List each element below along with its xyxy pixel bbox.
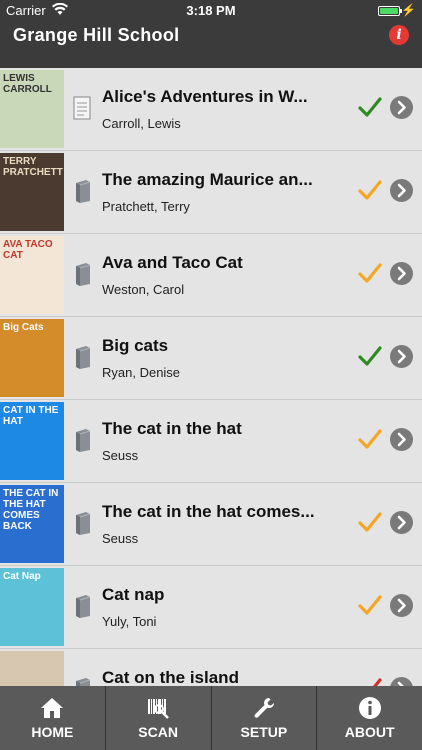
- status-check-icon: [358, 429, 382, 449]
- book-icon: [76, 429, 91, 452]
- book-author: Carroll, Lewis: [102, 116, 181, 131]
- chevron-right-icon[interactable]: [390, 594, 413, 617]
- info-icon[interactable]: i: [389, 25, 409, 45]
- cover-text: AVA TACO CAT: [3, 239, 53, 261]
- book-row[interactable]: CAT IN THE HAT The cat in the hat Seuss: [0, 400, 422, 483]
- book-title: Big cats: [102, 336, 169, 355]
- book-author: Ryan, Denise: [102, 365, 181, 380]
- book-cover: THE CAT IN THE HAT COMES BACK: [0, 485, 64, 563]
- book-icon: [76, 180, 91, 203]
- status-check-icon: [358, 180, 382, 200]
- book-row[interactable]: Big Cats Big cats Ryan, Denise: [0, 317, 422, 400]
- chevron-right-icon[interactable]: [390, 179, 413, 202]
- book-author: Pratchett, Terry: [102, 199, 190, 214]
- book-author: Weston, Carol: [102, 282, 185, 297]
- tab-setup[interactable]: SETUP: [211, 686, 318, 750]
- book-row[interactable]: Cat on the island: [0, 649, 422, 686]
- status-check-icon: [373, 678, 382, 686]
- book-title: Alice's Adventures in W...: [102, 87, 308, 106]
- cover-text: TERRY PRATCHETT: [3, 156, 63, 178]
- tab-label: HOME: [31, 724, 74, 740]
- tab-about[interactable]: ABOUT: [317, 686, 422, 750]
- cover-text: Cat Nap: [3, 571, 41, 582]
- book-title: Cat nap: [102, 585, 165, 604]
- info-icon: [358, 697, 381, 719]
- book-row[interactable]: AVA TACO CAT Ava and Taco Cat Weston, Caro…: [0, 234, 422, 317]
- chevron-right-icon[interactable]: [390, 677, 413, 686]
- book-cover: [0, 651, 64, 686]
- book-cover: AVA TACO CAT: [0, 236, 64, 314]
- chevron-right-icon[interactable]: [390, 428, 413, 451]
- charging-icon: ⚡: [401, 3, 416, 17]
- book-icon: [76, 263, 91, 286]
- nav-bar: Grange Hill School i: [0, 22, 422, 68]
- page-title: Grange Hill School: [13, 25, 180, 45]
- book-cover: TERRY PRATCHETT: [0, 153, 64, 231]
- book-row[interactable]: THE CAT IN THE HAT COMES BACK The cat in …: [0, 483, 422, 566]
- status-check-icon: [358, 595, 382, 615]
- barcode-icon: [148, 699, 170, 719]
- tab-scan[interactable]: SCAN: [105, 686, 212, 750]
- book-cover: LEWIS CARROLL: [0, 70, 64, 148]
- status-time: 3:18 PM: [186, 3, 236, 18]
- chevron-right-icon[interactable]: [390, 262, 413, 285]
- document-icon: [73, 96, 91, 120]
- book-title: Ava and Taco Cat: [102, 253, 243, 272]
- cover-text: THE CAT IN THE HAT COMES BACK: [3, 488, 59, 532]
- book-author: Yuly, Toni: [102, 614, 157, 629]
- tab-home[interactable]: HOME: [0, 686, 106, 750]
- book-cover: Big Cats: [0, 319, 64, 397]
- book-row[interactable]: Cat Nap Cat nap Yuly, Toni: [0, 566, 422, 649]
- cover-text: LEWIS CARROLL: [3, 73, 52, 95]
- chevron-right-icon[interactable]: [390, 345, 413, 368]
- book-title: The cat in the hat comes...: [102, 502, 315, 521]
- book-icon: [76, 595, 91, 618]
- book-title: The cat in the hat: [102, 419, 242, 438]
- status-check-icon: [358, 97, 382, 117]
- chevron-right-icon[interactable]: [390, 96, 413, 119]
- tab-label: SCAN: [138, 724, 178, 740]
- status-bar: Carrier 3:18 PM ⚡: [0, 0, 422, 22]
- tab-label: SETUP: [240, 724, 288, 740]
- book-row[interactable]: TERRY PRATCHETT The amazing Maurice an...…: [0, 151, 422, 234]
- tab-label: ABOUT: [344, 724, 395, 740]
- cover-text: CAT IN THE HAT: [3, 405, 59, 427]
- status-check-icon: [358, 346, 382, 366]
- book-list[interactable]: LEWIS CARROLL Alice's Adventures in W... C…: [0, 68, 422, 686]
- book-icon: [76, 678, 91, 686]
- status-check-icon: [358, 512, 382, 532]
- book-author: Seuss: [102, 531, 139, 546]
- book-title: The amazing Maurice an...: [102, 170, 313, 189]
- tab-bar: HOME SCAN SETUP ABOUT: [0, 686, 422, 750]
- book-title: Cat on the island: [102, 668, 239, 686]
- status-check-icon: [358, 263, 382, 283]
- chevron-right-icon[interactable]: [390, 511, 413, 534]
- cover-text: Big Cats: [3, 322, 44, 333]
- wrench-icon: [254, 698, 274, 718]
- home-icon: [41, 698, 64, 718]
- book-row[interactable]: LEWIS CARROLL Alice's Adventures in W... C…: [0, 68, 422, 151]
- book-icon: [76, 346, 91, 369]
- book-cover: CAT IN THE HAT: [0, 402, 64, 480]
- book-icon: [76, 512, 91, 535]
- battery-icon: [378, 6, 402, 16]
- book-author: Seuss: [102, 448, 139, 463]
- book-cover: Cat Nap: [0, 568, 64, 646]
